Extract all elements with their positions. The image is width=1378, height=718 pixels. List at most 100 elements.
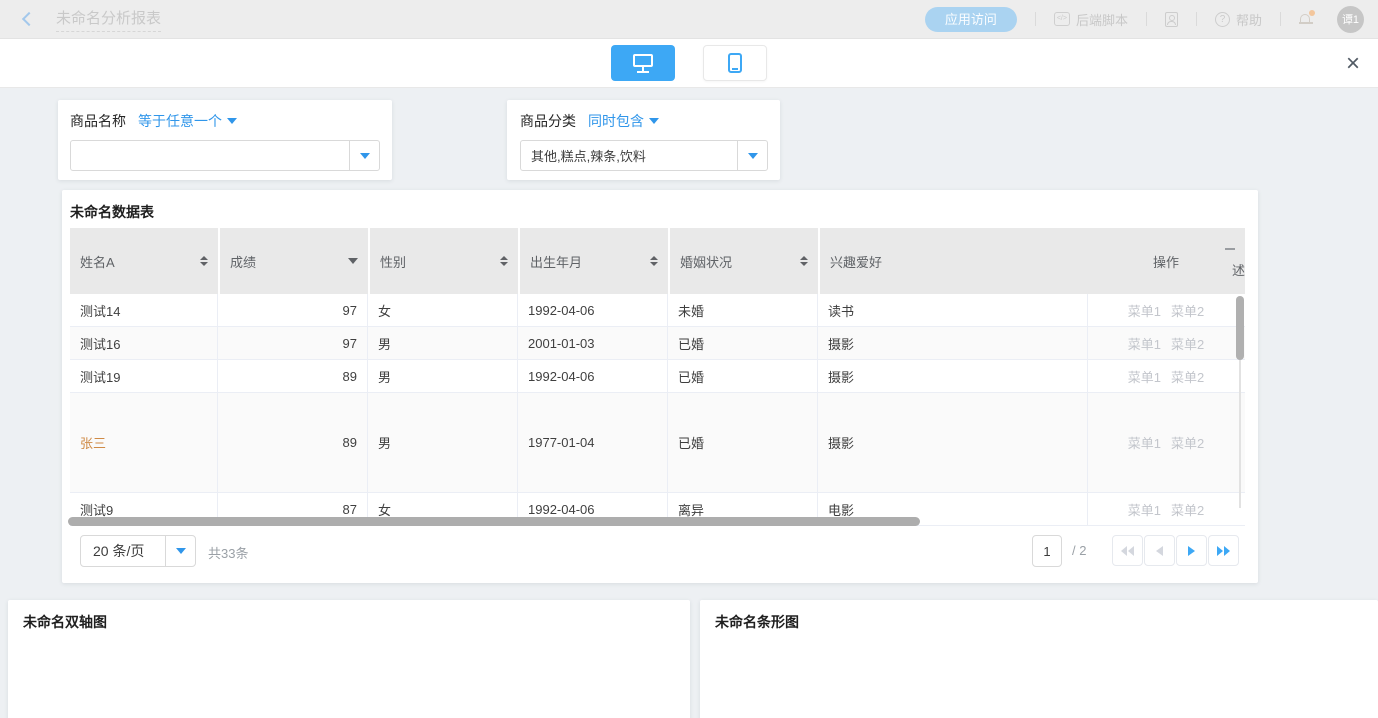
mobile-preview-toggle[interactable] — [703, 45, 767, 81]
cell-score: 97 — [218, 327, 368, 359]
total-pages: / 2 — [1072, 543, 1086, 558]
sort-icon[interactable] — [800, 256, 808, 266]
cell-name: 测试16 — [70, 327, 218, 359]
cell-name: 测试19 — [70, 360, 218, 392]
chart-title: 未命名双轴图 — [23, 612, 107, 632]
filter-label: 商品名称 — [70, 111, 126, 131]
page-number-input[interactable]: 1 — [1032, 535, 1062, 567]
cell-gender: 男 — [368, 327, 518, 359]
action-menu1-link[interactable]: 菜单1 — [1128, 334, 1161, 353]
action-menu2-link[interactable]: 菜单2 — [1171, 301, 1204, 320]
pagination-bar: 20 条/页 共33条 1 / 2 — [62, 533, 1258, 573]
action-menu1-link[interactable]: 菜单1 — [1128, 301, 1161, 320]
table-row[interactable]: 测试16 97 男 2001-01-03 已婚 摄影 菜单1 菜单2 — [70, 327, 1245, 360]
action-menu1-link[interactable]: 菜单1 — [1128, 433, 1161, 452]
filter-select-caret[interactable] — [349, 141, 379, 170]
cell-marital: 已婚 — [668, 360, 818, 392]
help-button[interactable]: ? 帮助 — [1215, 10, 1262, 29]
record-link[interactable]: 张三 — [80, 433, 106, 452]
address-book-icon[interactable] — [1165, 12, 1178, 27]
cell-score: 97 — [218, 294, 368, 326]
close-icon[interactable]: × — [1340, 39, 1366, 88]
cell-score: 89 — [218, 360, 368, 392]
divider — [1196, 12, 1197, 26]
backend-script-button[interactable]: </> 后端脚本 — [1054, 10, 1128, 29]
action-menu2-link[interactable]: 菜单2 — [1171, 334, 1204, 353]
bar-chart-card[interactable]: 未命名条形图 — [700, 600, 1378, 718]
notification-bell-icon[interactable] — [1299, 12, 1313, 26]
filter-value-input[interactable]: 其他,糕点,辣条,饮料 — [520, 140, 768, 171]
next-page-button[interactable] — [1176, 535, 1207, 566]
divider — [1280, 12, 1281, 26]
sort-icon[interactable] — [650, 256, 658, 266]
action-menu1-link[interactable]: 菜单1 — [1128, 500, 1161, 519]
cell-marital: 已婚 — [668, 393, 818, 492]
clipped-column-label: 述 — [1232, 260, 1245, 279]
cell-hobby: 摄影 — [818, 327, 1087, 359]
action-menu1-link[interactable]: 菜单1 — [1128, 367, 1161, 386]
page-size-value: 20 条/页 — [81, 541, 165, 561]
desktop-preview-toggle[interactable] — [611, 45, 675, 81]
column-header-score[interactable]: 成绩 — [220, 228, 368, 294]
action-menu2-link[interactable]: 菜单2 — [1171, 367, 1204, 386]
column-header-birth[interactable]: 出生年月 — [520, 228, 668, 294]
cell-birth: 1992-04-06 — [518, 294, 668, 326]
cell-gender: 男 — [368, 393, 518, 492]
action-menu2-link[interactable]: 菜单2 — [1171, 500, 1204, 519]
filter-operator-dropdown[interactable]: 同时包含 — [588, 111, 659, 131]
cell-hobby: 摄影 — [818, 393, 1087, 492]
vertical-scrollbar[interactable] — [1236, 296, 1244, 360]
page-size-select[interactable]: 20 条/页 — [80, 535, 196, 567]
vertical-scrollbar-track — [1239, 360, 1241, 508]
total-count: 共33条 — [208, 543, 248, 562]
code-icon: </> — [1054, 12, 1070, 26]
data-table-card: 未命名数据表 姓名A 成绩 性别 出生年月 婚姻状况 兴趣爱好 操作 述 — [62, 190, 1258, 583]
column-header-hobby[interactable]: 兴趣爱好 — [820, 228, 1087, 294]
last-page-button[interactable] — [1208, 535, 1239, 566]
avatar[interactable]: 谭1 — [1337, 6, 1364, 33]
filter-value-input[interactable] — [70, 140, 380, 171]
preview-toolbar: × — [0, 39, 1378, 88]
backend-script-label: 后端脚本 — [1076, 10, 1128, 29]
chevron-down-icon — [748, 153, 758, 159]
cell-actions: 菜单1 菜单2 — [1087, 294, 1245, 326]
column-header-actions[interactable]: 操作 — [1087, 228, 1245, 294]
table-row[interactable]: 测试19 89 男 1992-04-06 已婚 摄影 菜单1 菜单2 — [70, 360, 1245, 393]
report-title[interactable]: 未命名分析报表 — [56, 7, 161, 32]
column-header-name[interactable]: 姓名A — [70, 228, 218, 294]
first-page-button[interactable] — [1112, 535, 1143, 566]
sort-desc-icon[interactable] — [348, 258, 358, 264]
filter-card-product-name: 商品名称 等于任意一个 — [58, 100, 392, 180]
monitor-icon — [633, 53, 653, 73]
horizontal-scrollbar[interactable] — [68, 517, 920, 526]
filter-select-caret[interactable] — [737, 141, 767, 170]
question-icon: ? — [1215, 12, 1230, 27]
filter-value: 其他,糕点,辣条,饮料 — [521, 146, 737, 165]
cell-actions: 菜单1 菜单2 — [1087, 493, 1245, 525]
cell-actions: 菜单1 菜单2 — [1087, 393, 1245, 492]
dual-axis-chart-card[interactable]: 未命名双轴图 — [8, 600, 690, 718]
app-access-button[interactable]: 应用访问 — [925, 7, 1017, 32]
table-header: 姓名A 成绩 性别 出生年月 婚姻状况 兴趣爱好 操作 述 — [70, 228, 1245, 294]
right-arrow-icon — [1188, 546, 1195, 556]
column-header-gender[interactable]: 性别 — [370, 228, 518, 294]
action-menu2-link[interactable]: 菜单2 — [1171, 433, 1204, 452]
cell-birth: 1977-01-04 — [518, 393, 668, 492]
table-row[interactable]: 测试14 97 女 1992-04-06 未婚 读书 菜单1 菜单2 — [70, 294, 1245, 327]
chevron-down-icon — [649, 118, 659, 124]
column-header-marital[interactable]: 婚姻状况 — [670, 228, 818, 294]
cell-gender: 男 — [368, 360, 518, 392]
cell-gender: 女 — [368, 294, 518, 326]
back-icon[interactable] — [22, 12, 36, 26]
help-label: 帮助 — [1236, 10, 1262, 29]
cell-marital: 已婚 — [668, 327, 818, 359]
chevron-down-icon — [227, 118, 237, 124]
chevron-down-icon — [176, 548, 186, 554]
prev-page-button[interactable] — [1144, 535, 1175, 566]
sort-icon[interactable] — [200, 256, 208, 266]
cell-birth: 1992-04-06 — [518, 360, 668, 392]
filter-operator-dropdown[interactable]: 等于任意一个 — [138, 111, 237, 131]
table-row[interactable]: 张三 89 男 1977-01-04 已婚 摄影 菜单1 菜单2 — [70, 393, 1245, 493]
sort-icon[interactable] — [500, 256, 508, 266]
double-left-arrow-icon — [1121, 546, 1134, 556]
